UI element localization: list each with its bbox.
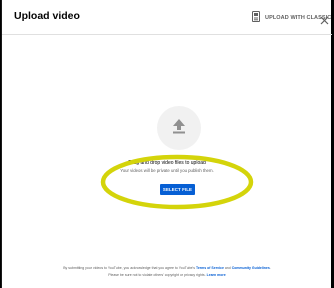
select-file-button[interactable]: SELECT FILE [160,184,195,195]
upload-video-dialog: Upload video UPLOAD WITH CLASSIC Drag an… [1,0,332,288]
footer-period: . [269,266,271,270]
close-icon[interactable] [320,12,329,25]
footer-terms-text: By submitting your videos to YouTube, yo… [63,266,196,270]
drag-drop-text: Drag and drop video files to upload [2,160,332,166]
footer-copyright-text: Please be sure not to violate others' co… [108,273,207,277]
footer-terms-line: By submitting your videos to YouTube, yo… [2,266,332,270]
drag-drop-text-end: upload [190,160,206,166]
footer-and-text: and [223,266,232,270]
upload-drop-target[interactable] [157,106,201,150]
private-notice: Your videos will be private until you pu… [120,168,214,173]
dialog-title: Upload video [14,10,80,22]
footer-copyright-line: Please be sure not to violate others' co… [2,273,332,277]
learn-more-link[interactable]: Learn more [207,273,226,277]
terms-of-service-link[interactable]: Terms of Service [196,266,224,270]
drag-drop-text-start: Drag and drop video files to [128,160,191,166]
upload-arrow-icon [172,118,186,139]
classic-studio-icon [252,9,260,27]
community-guidelines-link[interactable]: Community Guidelines [232,266,270,270]
dialog-header: Upload video UPLOAD WITH CLASSIC [2,0,332,35]
